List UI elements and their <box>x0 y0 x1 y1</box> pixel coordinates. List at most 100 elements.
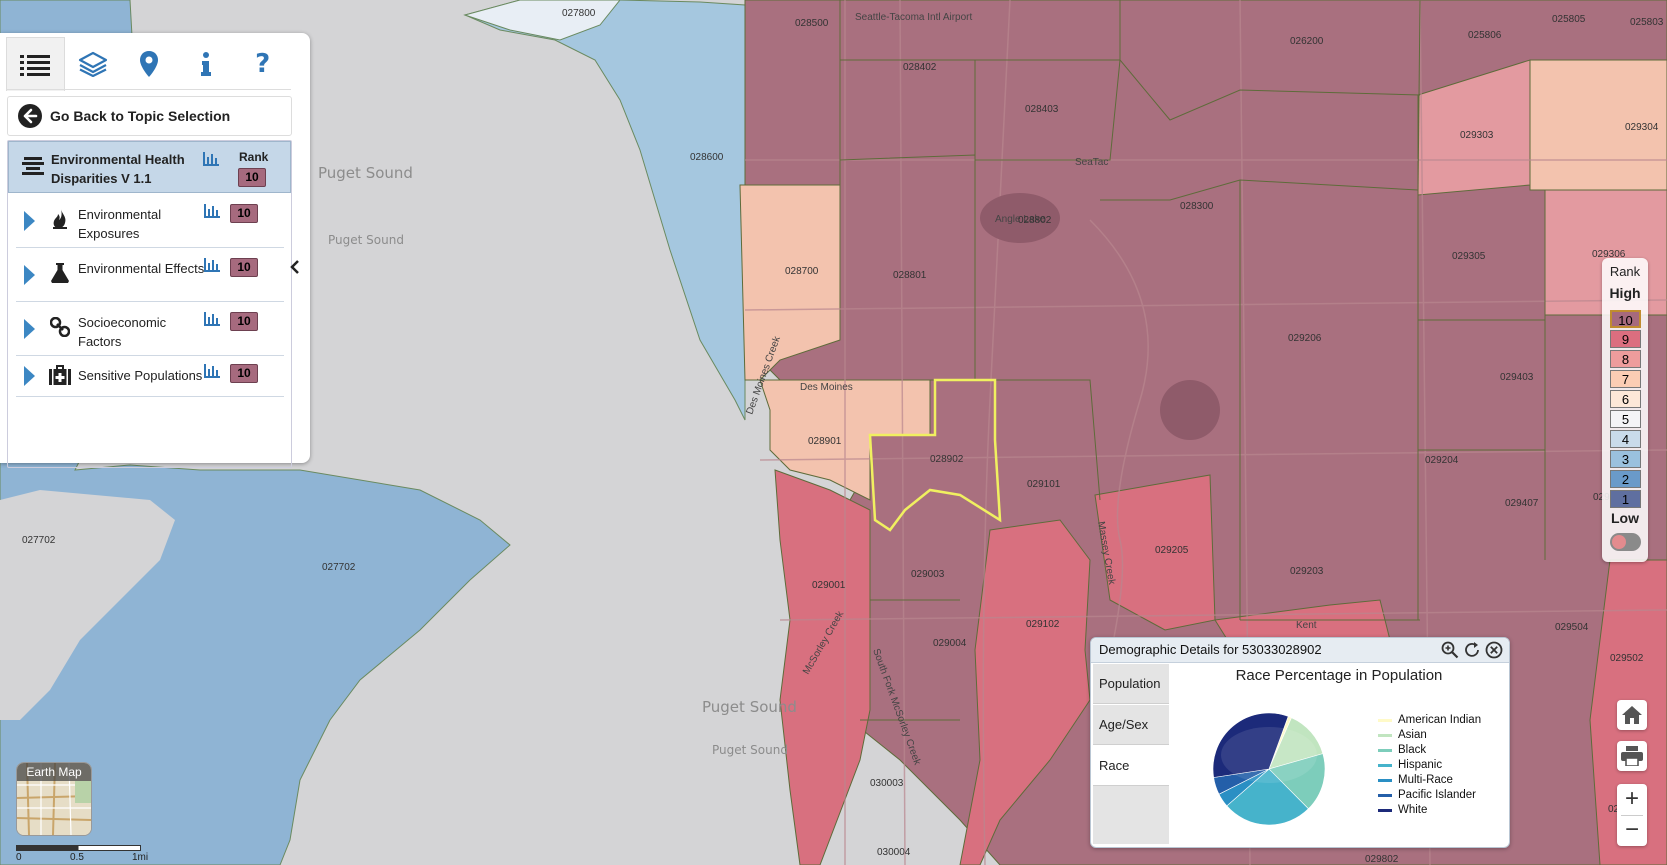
subtopic-name: Environmental Effects <box>78 261 205 276</box>
tract-label: 028402 <box>903 62 937 73</box>
close-icon[interactable] <box>1485 641 1503 659</box>
subtopic-name: Environmental Exposures <box>78 207 162 241</box>
tract-label: 026200 <box>1290 36 1324 47</box>
rank-label: Rank <box>239 150 269 164</box>
tab-column-fill <box>1093 786 1169 844</box>
pie-legend-item: Multi-Race <box>1378 774 1453 786</box>
tract-label: 028901 <box>808 436 842 447</box>
bar-chart-icon[interactable] <box>204 204 220 218</box>
subtopic-sensitive-populations[interactable]: Sensitive Populations 10 <box>16 356 284 397</box>
tract-label: 028902 <box>930 454 964 465</box>
subtopic-name: Socioeconomic Factors <box>78 315 167 349</box>
tract-label: 028403 <box>1025 104 1059 115</box>
flask-icon <box>49 262 71 284</box>
print-button[interactable] <box>1617 741 1647 771</box>
topic-environmental-health-disparities[interactable]: Environmental Health Disparities V 1.1 R… <box>8 141 291 193</box>
place-label: Des Moines <box>800 382 853 393</box>
legend-item-rank-1[interactable]: 1 <box>1610 490 1641 508</box>
chart-title: Race Percentage in Population <box>1235 667 1443 684</box>
zoom-control: + − <box>1617 784 1647 846</box>
expand-triangle-icon[interactable] <box>24 366 35 386</box>
tract-label: 029101 <box>1027 479 1061 490</box>
list-icon <box>20 54 51 76</box>
medical-kit-icon <box>49 364 71 386</box>
legend-item-rank-2[interactable]: 2 <box>1610 470 1641 488</box>
bar-chart-icon[interactable] <box>204 364 220 378</box>
rank-badge: 10 <box>230 364 258 383</box>
subtopic-socioeconomic-factors[interactable]: Socioeconomic Factors 10 <box>16 302 284 356</box>
tract-label: 029206 <box>1288 333 1322 344</box>
legend-item-rank-10[interactable]: 10 <box>1610 310 1641 328</box>
rank-badge: 10 <box>230 258 258 277</box>
tab-age-sex[interactable]: Age/Sex <box>1093 705 1169 745</box>
legend-item-rank-3[interactable]: 3 <box>1610 450 1641 468</box>
location-button[interactable] <box>121 37 178 90</box>
tract-label: 028801 <box>893 270 927 281</box>
scale-tick: 0 <box>16 852 22 863</box>
tab-race[interactable]: Race <box>1093 746 1169 786</box>
list-view-button[interactable] <box>6 37 65 91</box>
collapse-panel-button[interactable] <box>287 255 303 279</box>
tract-label: 029204 <box>1425 455 1459 466</box>
refresh-icon[interactable] <box>1463 641 1481 659</box>
bar-chart-icon[interactable] <box>204 312 220 326</box>
info-button[interactable] <box>178 37 235 90</box>
rank-badge: 10 <box>230 312 258 331</box>
expand-triangle-icon[interactable] <box>24 265 35 285</box>
subtopic-environmental-effects[interactable]: Environmental Effects 10 <box>16 248 284 302</box>
legend-swatch <box>1378 793 1392 797</box>
zoom-in-button[interactable]: + <box>1617 784 1647 814</box>
tract-label: 029504 <box>1555 622 1589 633</box>
water-label: Puget Sound <box>328 233 404 247</box>
tract-label: 029003 <box>911 569 945 580</box>
tab-population[interactable]: Population <box>1093 664 1169 704</box>
legend-item-rank-6[interactable]: 6 <box>1610 390 1641 408</box>
legend-item-rank-5[interactable]: 5 <box>1610 410 1641 428</box>
zoom-in-icon[interactable] <box>1441 641 1459 659</box>
pie-legend-item: White <box>1378 804 1427 816</box>
expand-triangle-icon[interactable] <box>24 319 35 339</box>
home-button[interactable] <box>1617 700 1647 730</box>
bar-chart-icon[interactable] <box>203 152 219 166</box>
arrow-left-circle-icon <box>18 104 42 128</box>
pie-legend-item: Black <box>1378 744 1426 756</box>
legend-swatch <box>1378 763 1392 767</box>
water-label: Puget Sound <box>712 743 788 757</box>
pie-legend-item: Pacific Islander <box>1378 789 1476 801</box>
legend-label: Asian <box>1398 729 1427 741</box>
rank-badge: 10 <box>238 168 266 187</box>
tract-label: 025806 <box>1468 30 1502 41</box>
tract-label: 029203 <box>1290 566 1324 577</box>
water-label: Puget Sound <box>702 698 797 716</box>
link-icon <box>49 316 71 338</box>
layers-button[interactable] <box>65 37 122 90</box>
topic-panel: ? Go Back to Topic Selection Environment… <box>0 33 310 468</box>
place-label: SeaTac <box>1075 157 1108 168</box>
legend-item-rank-7[interactable]: 7 <box>1610 370 1641 388</box>
legend-title: Rank <box>1609 264 1641 279</box>
legend-toggle[interactable] <box>1610 533 1641 551</box>
print-icon <box>1621 746 1643 766</box>
tract-label: 027702 <box>22 535 56 546</box>
legend-swatch <box>1378 778 1392 782</box>
help-button[interactable]: ? <box>234 37 291 90</box>
legend-item-rank-8[interactable]: 8 <box>1610 350 1641 368</box>
legend-item-rank-4[interactable]: 4 <box>1610 430 1641 448</box>
toggle-knob <box>1612 535 1626 549</box>
legend-swatch <box>1378 808 1392 812</box>
earth-map-toggle[interactable]: Earth Map <box>16 762 92 836</box>
legend-label: Black <box>1398 744 1427 756</box>
stack-icon <box>22 157 44 175</box>
legend-item-rank-9[interactable]: 9 <box>1610 330 1641 348</box>
lake <box>1160 380 1220 440</box>
zoom-out-button[interactable]: − <box>1617 815 1647 845</box>
go-back-button[interactable]: Go Back to Topic Selection <box>7 96 292 136</box>
tract-label: 029303 <box>1460 130 1494 141</box>
race-pie-chart[interactable] <box>1210 710 1328 828</box>
expand-triangle-icon[interactable] <box>24 211 35 231</box>
tract-label: 028600 <box>690 152 724 163</box>
subtopic-environmental-exposures[interactable]: Environmental Exposures 10 <box>16 194 284 248</box>
tract-label: 029205 <box>1155 545 1189 556</box>
legend-swatch <box>1378 748 1392 752</box>
bar-chart-icon[interactable] <box>204 258 220 272</box>
